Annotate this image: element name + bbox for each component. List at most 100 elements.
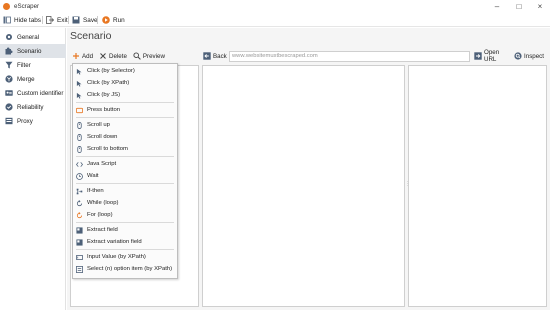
- menu-item-select-option[interactable]: Select (n) option item (by XPath): [73, 263, 177, 275]
- menu-item-input-value[interactable]: Input Value (by XPath): [73, 251, 177, 263]
- inspect-icon: [514, 52, 522, 60]
- menu-item-scroll-down[interactable]: Scroll down: [73, 131, 177, 143]
- sidebar-item-label: General: [17, 33, 40, 41]
- menu-item-click-by-xpath[interactable]: Click (by XPath): [73, 77, 177, 89]
- steps-toolbar: Add Delete Preview: [72, 50, 171, 62]
- menu-item-for-loop[interactable]: For (loop): [73, 209, 177, 221]
- hide-tabs-button[interactable]: Hide tabs: [3, 15, 41, 25]
- menu-item-label: Scroll up: [87, 122, 110, 128]
- open-url-icon: [474, 52, 482, 60]
- branch-icon: [76, 188, 83, 195]
- menu-item-scroll-up[interactable]: Scroll up: [73, 119, 177, 131]
- menu-item-label: Scroll to bottom: [87, 146, 128, 152]
- preview-button[interactable]: Preview: [133, 52, 165, 60]
- menu-item-extract-field[interactable]: Extract field: [73, 224, 177, 236]
- url-input[interactable]: www.websitemustbescraped.com: [229, 51, 470, 62]
- extract-icon: [76, 226, 83, 234]
- menu-item-if-then[interactable]: If-then: [73, 185, 177, 197]
- add-button[interactable]: Add: [72, 52, 93, 60]
- sidebar-item-merge[interactable]: Merge: [0, 72, 66, 86]
- menu-item-press-button[interactable]: Press button: [73, 104, 177, 116]
- browser-pane[interactable]: [202, 65, 405, 307]
- list-select-icon: [76, 265, 83, 273]
- toolbar-divider: [42, 16, 43, 24]
- sidebar-item-filter[interactable]: Filter: [0, 58, 66, 72]
- sidebar-item-label: Custom identifier: [17, 89, 64, 97]
- extract-icon: [76, 238, 83, 246]
- back-button[interactable]: Back: [203, 52, 227, 60]
- menu-item-label: Press button: [87, 107, 121, 113]
- proxy-icon: [5, 117, 13, 125]
- save-button[interactable]: Save: [72, 15, 98, 25]
- hide-tabs-icon: [3, 16, 11, 24]
- menu-item-label: Click (by XPath): [87, 80, 130, 86]
- loop-icon: [76, 211, 83, 219]
- menu-item-label: While (loop): [87, 200, 119, 206]
- exit-icon: [46, 16, 55, 24]
- page-title: Scenario: [70, 30, 112, 42]
- open-url-label: Open URL: [484, 49, 500, 63]
- menu-item-click-by-js[interactable]: Click (by JS): [73, 89, 177, 101]
- close-button[interactable]: ×: [533, 2, 547, 11]
- sidebar-item-reliability[interactable]: Reliability: [0, 100, 66, 114]
- menu-item-label: Java Script: [87, 161, 117, 167]
- menu-item-label: If-then: [87, 188, 104, 194]
- menu-item-click-by-selector[interactable]: Click (by Selector): [73, 65, 177, 77]
- mouse-scroll-icon: [76, 133, 83, 141]
- minimize-button[interactable]: –: [490, 2, 504, 11]
- maximize-button[interactable]: □: [512, 2, 526, 11]
- code-icon: [76, 161, 83, 168]
- sidebar-item-general[interactable]: General: [0, 30, 66, 44]
- menu-item-label: Extract field: [87, 227, 118, 233]
- menu-separator: [76, 156, 174, 157]
- id-card-icon: [5, 89, 13, 97]
- sidebar-item-label: Reliability: [17, 103, 44, 111]
- inspect-button[interactable]: Inspect: [514, 52, 544, 60]
- exit-button[interactable]: Exit: [46, 15, 68, 25]
- browser-actions: Open URL Inspect: [474, 49, 550, 63]
- sidebar-item-proxy[interactable]: Proxy: [0, 114, 66, 128]
- back-arrow-icon: [203, 52, 211, 60]
- menu-separator: [76, 222, 174, 223]
- run-button[interactable]: Run: [102, 15, 125, 25]
- clock-icon: [76, 172, 83, 180]
- puzzle-icon: [5, 47, 13, 55]
- menu-item-wait[interactable]: Wait: [73, 170, 177, 182]
- sidebar-item-label: Scenario: [17, 47, 42, 55]
- mouse-scroll-icon: [76, 121, 83, 129]
- merge-icon: [5, 75, 13, 83]
- toolbar-divider: [68, 16, 69, 24]
- delete-button[interactable]: Delete: [99, 52, 127, 60]
- toolbar-divider: [97, 16, 98, 24]
- back-label: Back: [213, 52, 227, 60]
- loop-icon: [76, 199, 83, 207]
- cursor-icon: [76, 80, 83, 87]
- run-label: Run: [113, 16, 125, 24]
- menu-item-while-loop[interactable]: While (loop): [73, 197, 177, 209]
- results-pane[interactable]: [408, 65, 547, 307]
- menu-item-label: Click (by Selector): [87, 68, 135, 74]
- add-label: Add: [82, 52, 94, 60]
- play-icon: [102, 16, 110, 24]
- splitter-handle[interactable]: ⋮: [405, 181, 410, 187]
- delete-icon: [99, 52, 107, 60]
- window-title: eScraper: [14, 3, 40, 10]
- menu-item-java-script[interactable]: Java Script: [73, 158, 177, 170]
- sidebar-item-label: Filter: [17, 61, 31, 69]
- keyboard-key-icon: [76, 107, 83, 114]
- menu-item-label: For (loop): [87, 212, 113, 218]
- sidebar-item-scenario[interactable]: Scenario: [0, 44, 66, 58]
- open-url-button[interactable]: Open URL: [474, 49, 508, 63]
- menu-separator: [76, 249, 174, 250]
- exit-label: Exit: [57, 16, 68, 24]
- plus-icon: [72, 52, 80, 60]
- hide-tabs-label: Hide tabs: [14, 16, 41, 24]
- menu-item-scroll-to-bottom[interactable]: Scroll to bottom: [73, 143, 177, 155]
- app-logo-icon: [3, 3, 10, 10]
- sidebar: General Scenario Filter Merge Custom ide…: [0, 28, 66, 310]
- menu-item-extract-variation-field[interactable]: Extract variation field: [73, 236, 177, 248]
- mouse-scroll-icon: [76, 145, 83, 153]
- sidebar-item-custom-identifier[interactable]: Custom identifier: [0, 86, 66, 100]
- menu-separator: [76, 183, 174, 184]
- menu-item-label: Click (by JS): [87, 92, 121, 98]
